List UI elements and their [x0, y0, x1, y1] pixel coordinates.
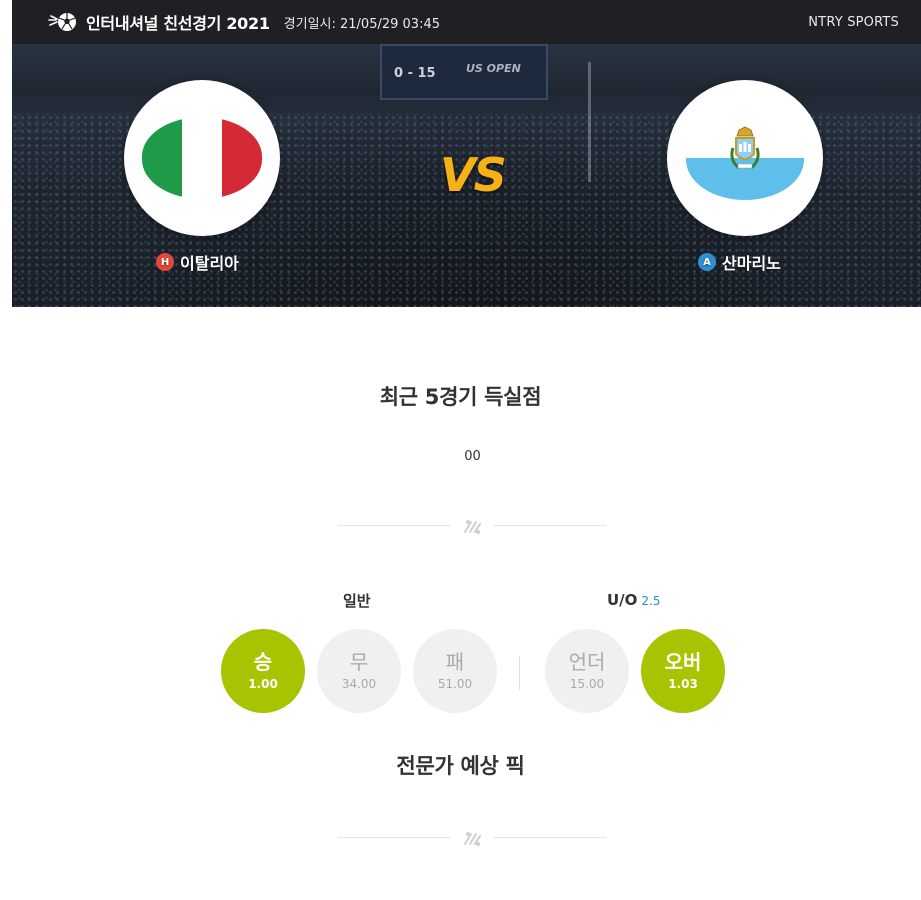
expert-picks-title: 전문가 예상 픽 — [396, 754, 525, 778]
top-bar: 인터내셔널 친선경기 2021 경기일시: 21/05/29 03:45 NTR… — [12, 0, 921, 44]
italy-flag-icon — [142, 117, 262, 199]
odds-draw-label: 무 — [349, 650, 369, 674]
match-hero: 0 - 15 US OPEN VS H 이탈리아 A 산마리노 — [12, 44, 921, 307]
away-team-flag[interactable] — [667, 80, 823, 236]
soccer-ball-icon — [48, 11, 78, 33]
odds-win-button[interactable]: 승 1.00 — [221, 629, 305, 713]
uo-odds-label: U/O 2.5 — [607, 591, 661, 609]
divider-icon — [464, 520, 481, 534]
odds-under-button[interactable]: 언더 15.00 — [545, 629, 629, 713]
odds-draw-button[interactable]: 무 34.00 — [317, 629, 401, 713]
match-date: 경기일시: 21/05/29 03:45 — [283, 16, 440, 32]
versus-label: VS — [440, 148, 507, 202]
match-title: 인터내셔널 친선경기 2021 — [86, 14, 270, 33]
brand-label: NTRY SPORTS — [808, 14, 899, 30]
recent-games-title: 최근 5경기 득실점 — [379, 385, 542, 409]
divider-icon — [464, 832, 481, 846]
uo-label-text: U/O — [607, 591, 638, 609]
stadium-scoreboard: 0 - 15 US OPEN — [380, 44, 548, 100]
odds-over-button[interactable]: 오버 1.03 — [641, 629, 725, 713]
home-team[interactable]: H 이탈리아 — [156, 250, 239, 274]
home-team-name: 이탈리아 — [180, 254, 239, 273]
section-divider-bottom — [338, 828, 606, 848]
away-team-name: 산마리노 — [722, 254, 781, 273]
general-odds-label: 일반 — [343, 592, 371, 610]
away-team[interactable]: A 산마리노 — [698, 250, 781, 274]
odds-draw-value: 34.00 — [341, 677, 377, 691]
odds-under-value: 15.00 — [569, 677, 605, 691]
odds-over-label: 오버 — [664, 650, 702, 674]
uo-line: 2.5 — [641, 594, 661, 608]
home-badge: H — [156, 253, 174, 271]
san-marino-flag-icon — [686, 116, 804, 200]
recent-games-score: 00 — [464, 449, 481, 464]
away-badge: A — [698, 253, 716, 271]
odds-lose-button[interactable]: 패 51.00 — [413, 629, 497, 713]
light-pole — [588, 62, 591, 182]
section-divider — [338, 516, 606, 536]
odds-under-label: 언더 — [568, 650, 606, 674]
home-team-flag[interactable] — [124, 80, 280, 236]
odds-win-label: 승 — [253, 650, 273, 674]
odds-lose-label: 패 — [445, 650, 465, 674]
odds-lose-value: 51.00 — [437, 677, 473, 691]
odds-over-value: 1.03 — [668, 677, 698, 691]
odds-win-value: 1.00 — [248, 677, 278, 691]
scoreboard-logo: US OPEN — [466, 62, 521, 75]
odds-separator — [519, 656, 520, 690]
scoreboard-score: 0 - 15 — [394, 66, 436, 81]
